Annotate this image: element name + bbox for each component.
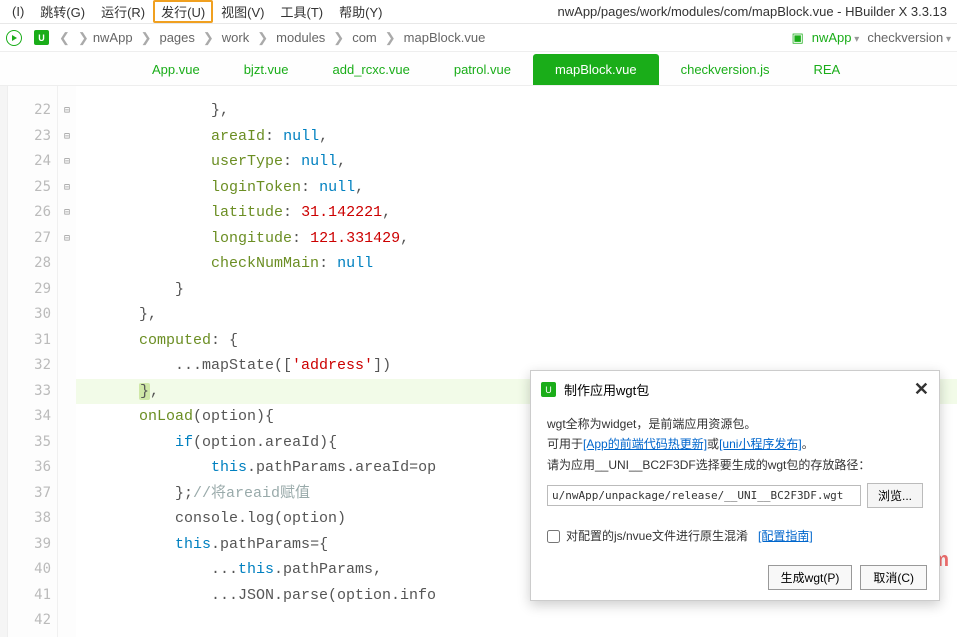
code-line[interactable]: checkNumMain: null (76, 251, 957, 277)
line-number: 26 (8, 200, 51, 226)
tab[interactable]: checkversion.js (659, 54, 792, 85)
menu-item[interactable]: 运行(R) (93, 0, 153, 23)
output-path-input[interactable] (547, 485, 861, 506)
menu-item[interactable]: 帮助(Y) (331, 0, 390, 23)
line-number: 41 (8, 583, 51, 609)
dialog-app-icon: U (541, 382, 556, 397)
chevron-right-icon: ❯ (253, 30, 272, 46)
tab[interactable]: mapBlock.vue (533, 54, 659, 85)
line-number: 28 (8, 251, 51, 277)
line-number: 42 (8, 608, 51, 634)
line-number: 34 (8, 404, 51, 430)
chevron-right-icon: ❯ (329, 30, 348, 46)
line-number: 25 (8, 175, 51, 201)
breadcrumb-item[interactable]: nwApp (93, 30, 133, 45)
tab[interactable]: App.vue (130, 54, 222, 85)
dialog-desc-2-pre: 可用于 (547, 437, 583, 451)
nav-back-icon[interactable]: ❮ (55, 30, 74, 46)
line-number: 32 (8, 353, 51, 379)
cancel-button[interactable]: 取消(C) (860, 565, 927, 590)
fold-gutter[interactable]: ⊟⊟⊟⊟⊟⊟ (58, 86, 76, 637)
line-number: 35 (8, 430, 51, 456)
menu-item[interactable]: 发行(U) (153, 0, 213, 23)
line-number: 24 (8, 149, 51, 175)
line-number: 23 (8, 124, 51, 150)
code-line[interactable]: areaId: null, (76, 124, 957, 150)
line-number: 39 (8, 532, 51, 558)
code-line[interactable]: loginToken: null, (76, 175, 957, 201)
chevron-right-icon: ❯ (199, 30, 218, 46)
chevron-right-icon: ❯ (381, 30, 400, 46)
line-number: 37 (8, 481, 51, 507)
code-line[interactable]: userType: null, (76, 149, 957, 175)
breadcrumbs: nwApp❯pages❯work❯modules❯com❯mapBlock.vu… (93, 30, 486, 46)
menu-item[interactable]: 视图(V) (213, 0, 272, 23)
tab[interactable]: REA (791, 54, 862, 85)
dialog-desc-2-mid: 或 (707, 437, 719, 451)
toolbar: U ❮ ❯ nwApp❯pages❯work❯modules❯com❯mapBl… (0, 24, 957, 52)
code-line[interactable]: }, (76, 302, 957, 328)
console-icon[interactable]: ▣ (791, 30, 803, 46)
browse-button[interactable]: 浏览... (867, 483, 923, 508)
dialog-desc-1: wgt全称为widget，是前端应用资源包。 (547, 414, 923, 434)
line-number: 31 (8, 328, 51, 354)
obfuscate-label: 对配置的js/nvue文件进行原生混淆 (566, 526, 748, 546)
menu-bar: (I)跳转(G)运行(R)发行(U)视图(V)工具(T)帮助(Y) nwApp/p… (0, 0, 957, 24)
line-number: 30 (8, 302, 51, 328)
dialog-desc-3: 请为应用__UNI__BC2F3DF选择要生成的wgt包的存放路径： (547, 455, 923, 475)
code-line[interactable]: computed: { (76, 328, 957, 354)
fold-marker[interactable]: ⊟ (58, 175, 76, 201)
code-line[interactable]: longitude: 121.331429, (76, 226, 957, 252)
chevron-right-icon: ❯ (137, 30, 156, 46)
tab-bar: App.vuebjzt.vueadd_rcxc.vuepatrol.vuemap… (0, 52, 957, 86)
line-number-gutter: 2223242526272829303132333435363738394041… (8, 86, 58, 637)
nav-fwd-icon[interactable]: ❯ (74, 30, 93, 46)
dialog-titlebar: U 制作应用wgt包 ✕ (531, 371, 939, 408)
link-unipublish[interactable]: [uni小程序发布] (719, 437, 802, 451)
line-number: 27 (8, 226, 51, 252)
obfuscate-checkbox[interactable] (547, 530, 560, 543)
line-number: 36 (8, 455, 51, 481)
dialog-title: 制作应用wgt包 (564, 380, 649, 399)
menu-item[interactable]: 工具(T) (273, 0, 332, 23)
fold-marker[interactable]: ⊟ (58, 200, 76, 226)
run-icon[interactable] (6, 30, 22, 46)
breadcrumb-item[interactable]: work (222, 30, 249, 45)
code-line[interactable]: } (76, 277, 957, 303)
fold-marker[interactable]: ⊟ (58, 98, 76, 124)
tab[interactable]: patrol.vue (432, 54, 533, 85)
menu-item[interactable]: (I) (4, 2, 32, 21)
wgt-dialog: U 制作应用wgt包 ✕ wgt全称为widget，是前端应用资源包。 可用于[… (530, 370, 940, 601)
breadcrumb-item[interactable]: mapBlock.vue (404, 30, 486, 45)
tab[interactable]: bjzt.vue (222, 54, 311, 85)
line-number: 38 (8, 506, 51, 532)
menu-item[interactable]: 跳转(G) (32, 0, 93, 23)
app-icon: U (34, 30, 49, 45)
dialog-desc-2: 可用于[App的前端代码热更新]或[uni小程序发布]。 (547, 434, 923, 454)
tab[interactable]: add_rcxc.vue (311, 54, 432, 85)
fold-marker[interactable]: ⊟ (58, 149, 76, 175)
fold-marker[interactable]: ⊟ (58, 226, 76, 252)
line-number: 22 (8, 98, 51, 124)
close-icon[interactable]: ✕ (914, 379, 929, 400)
breadcrumb-item[interactable]: modules (276, 30, 325, 45)
breadcrumb-item[interactable]: com (352, 30, 377, 45)
line-number: 33 (8, 379, 51, 405)
window-title: nwApp/pages/work/modules/com/mapBlock.vu… (558, 4, 953, 19)
left-gutter-strip (0, 86, 8, 637)
dialog-desc-2-post: 。 (802, 437, 814, 451)
link-hotupdate[interactable]: [App的前端代码热更新] (583, 437, 707, 451)
generate-button[interactable]: 生成wgt(P) (768, 565, 853, 590)
project-dropdown[interactable]: nwApp (812, 30, 860, 45)
line-number: 40 (8, 557, 51, 583)
code-line[interactable]: latitude: 31.142221, (76, 200, 957, 226)
code-line[interactable]: }, (76, 98, 957, 124)
link-guide[interactable]: [配置指南] (758, 526, 813, 546)
runconfig-dropdown[interactable]: checkversion (867, 30, 951, 45)
breadcrumb-item[interactable]: pages (159, 30, 194, 45)
line-number: 29 (8, 277, 51, 303)
fold-marker[interactable]: ⊟ (58, 124, 76, 150)
